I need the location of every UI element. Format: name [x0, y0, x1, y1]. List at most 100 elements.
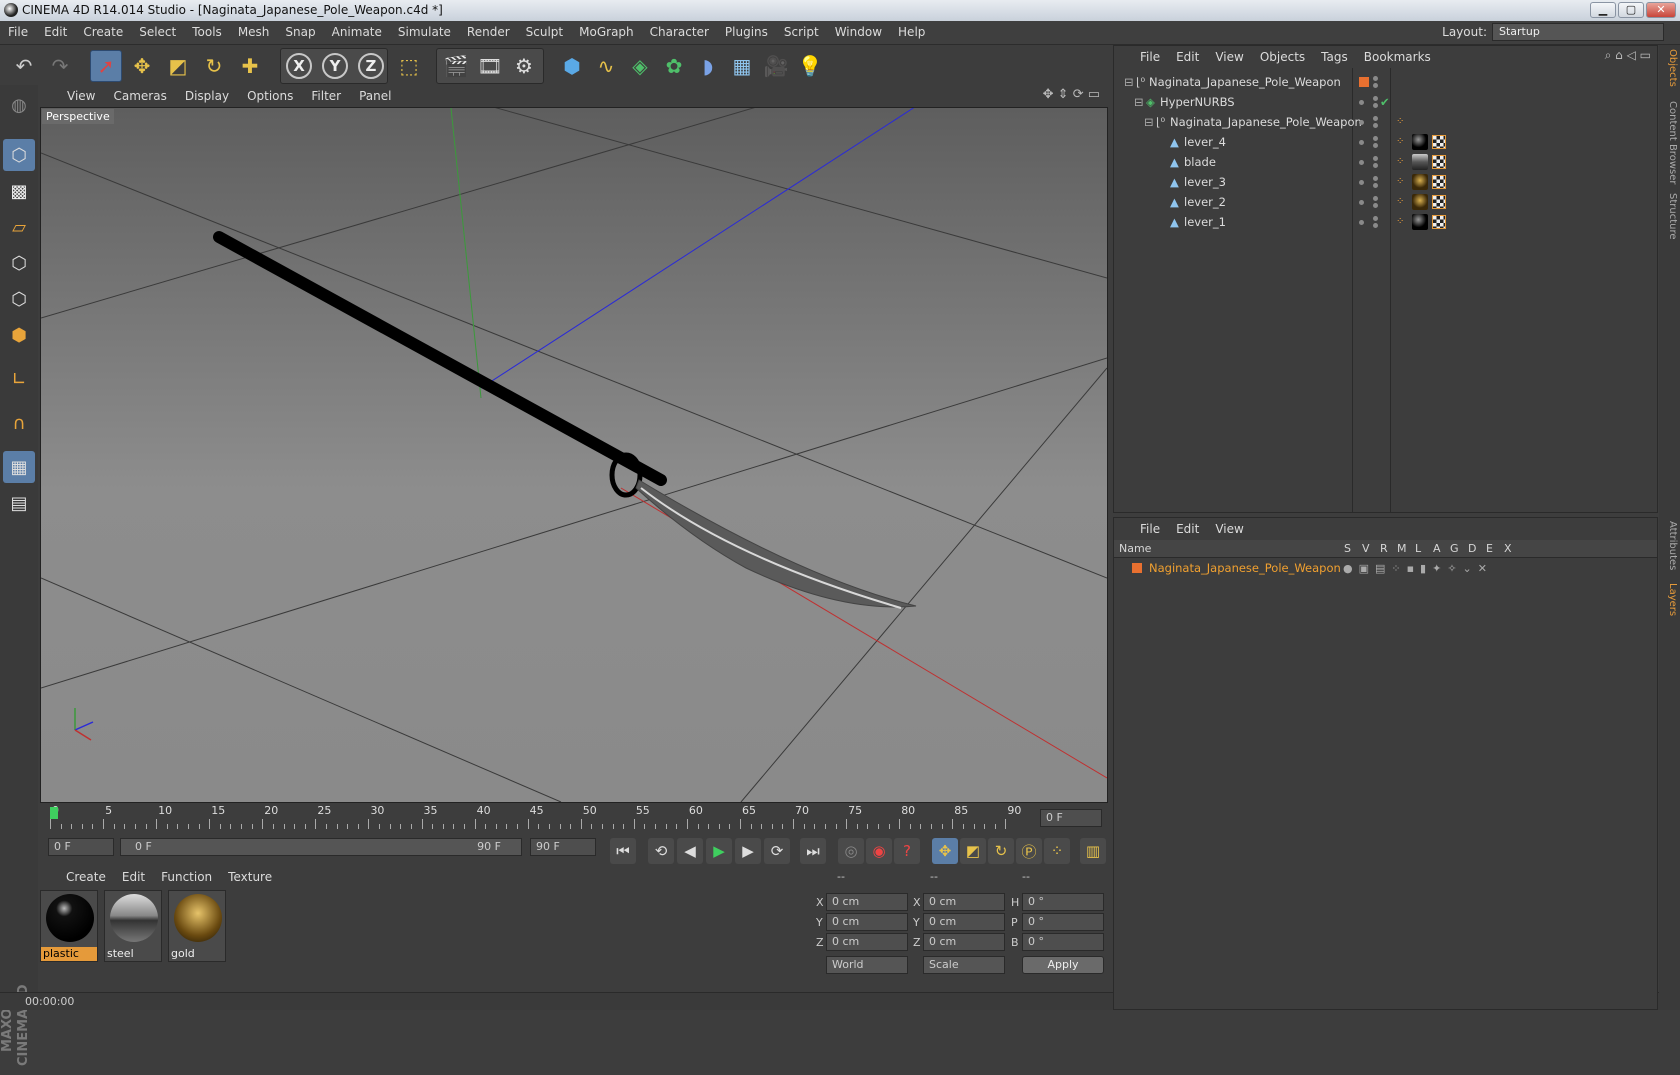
go-to-start-icon[interactable]: ⏮ — [610, 838, 636, 864]
menu-select[interactable]: Select — [131, 21, 184, 44]
x-axis-lock-icon[interactable]: X — [286, 53, 312, 79]
phong-tag-icon[interactable]: ⁘ — [1396, 192, 1404, 212]
material-menu-create[interactable]: Create — [58, 866, 114, 888]
tab-attributes[interactable]: Attributes — [1661, 521, 1678, 570]
tree-row-lever-4[interactable]: ▲ lever_4 ⁘ — [1114, 132, 1657, 152]
material-menu-texture[interactable]: Texture — [220, 866, 280, 888]
autokey-icon[interactable]: ◉ — [866, 838, 892, 864]
layer-col-manager[interactable]: M — [1397, 540, 1407, 558]
object-menu-file[interactable]: File — [1132, 46, 1168, 68]
position-x-field[interactable]: 0 cm — [826, 893, 908, 911]
size-z-field[interactable]: 0 cm — [923, 933, 1005, 951]
enabled-checkmark-icon[interactable]: ✔ — [1380, 92, 1390, 112]
rotation-b-field[interactable]: 0 ° — [1022, 933, 1104, 951]
tree-row-root[interactable]: ⊟ ⌊⁰ Naginata_Japanese_Pole_Weapon — [1114, 72, 1657, 92]
coordinate-space-dropdown[interactable]: World — [826, 956, 908, 974]
material-tag-gold[interactable] — [1412, 174, 1428, 190]
visibility-editor-dot[interactable] — [1359, 180, 1364, 185]
layer-col-animation[interactable]: A — [1433, 540, 1441, 558]
viewport-menu-view[interactable]: View — [58, 85, 104, 107]
visibility-editor-dot[interactable] — [1359, 200, 1364, 205]
layer-col-locked[interactable]: L — [1415, 540, 1421, 558]
move-tool-icon[interactable]: ✥ — [126, 50, 158, 82]
visibility-render-dot[interactable] — [1373, 156, 1378, 161]
scale-tool-icon[interactable]: ◩ — [162, 50, 194, 82]
visibility-editor-dot[interactable] — [1373, 76, 1378, 81]
y-axis-lock-icon[interactable]: Y — [322, 53, 348, 79]
material-swatch-gold[interactable]: gold — [168, 890, 226, 962]
position-y-field[interactable]: 0 cm — [826, 913, 908, 931]
layer-menu-view[interactable]: View — [1207, 518, 1251, 540]
menu-simulate[interactable]: Simulate — [390, 21, 459, 44]
visibility-render-dot[interactable] — [1373, 143, 1378, 148]
tab-structure[interactable]: Structure — [1661, 193, 1678, 240]
visibility-render-dot[interactable] — [1373, 136, 1378, 141]
live-selection-icon[interactable]: ➚ — [90, 50, 122, 82]
render-view-icon[interactable]: 🎬 — [440, 50, 472, 82]
rotate-tool-icon[interactable]: ↻ — [198, 50, 230, 82]
playhead-marker[interactable] — [50, 807, 58, 819]
keyframe-selection-icon[interactable]: ? — [894, 838, 920, 864]
render-settings-icon[interactable]: ⚙ — [508, 50, 540, 82]
menu-window[interactable]: Window — [827, 21, 890, 44]
visibility-render-dot[interactable] — [1373, 223, 1378, 228]
render-picture-viewer-icon[interactable]: 🎞 — [474, 50, 506, 82]
visibility-editor-dot[interactable] — [1359, 140, 1364, 145]
visibility-render-dot[interactable] — [1373, 163, 1378, 168]
play-icon[interactable]: ▶ — [706, 838, 732, 864]
next-frame-icon[interactable]: ▶ — [735, 838, 761, 864]
coordinate-system-icon[interactable]: ⬚ — [393, 50, 425, 82]
rotation-h-field[interactable]: 0 ° — [1022, 893, 1104, 911]
model-mode-icon[interactable]: ⬡ — [3, 139, 35, 171]
redo-icon[interactable]: ↷ — [44, 50, 76, 82]
visibility-render-dot[interactable] — [1373, 183, 1378, 188]
object-menu-view[interactable]: View — [1207, 46, 1251, 68]
visibility-editor-dot[interactable] — [1359, 100, 1364, 105]
menu-tools[interactable]: Tools — [184, 21, 230, 44]
layer-col-solo[interactable]: S — [1344, 540, 1351, 558]
texture-mode-icon[interactable]: ▩ — [3, 175, 35, 207]
layout-dropdown[interactable]: Startup — [1492, 23, 1664, 41]
spline-pen-icon[interactable]: ∿ — [590, 50, 622, 82]
key-rotation-icon[interactable]: ↻ — [988, 838, 1014, 864]
tree-row-weapon-null[interactable]: ⊟ ⌊⁰ Naginata_Japanese_Pole_Weapon ⁘ — [1114, 112, 1657, 132]
layer-col-name[interactable]: Name — [1119, 540, 1151, 558]
material-tag-plastic[interactable] — [1412, 134, 1428, 150]
position-z-field[interactable]: 0 cm — [826, 933, 908, 951]
menu-render[interactable]: Render — [459, 21, 518, 44]
material-tag-gold[interactable] — [1412, 194, 1428, 210]
array-cloner-icon[interactable]: ✿ — [658, 50, 690, 82]
menu-file[interactable]: File — [0, 21, 36, 44]
menu-plugins[interactable]: Plugins — [717, 21, 776, 44]
key-position-icon[interactable]: ✥ — [932, 838, 958, 864]
object-manager-nav-icons[interactable]: ⌕ ⌂ ◁ ▭ — [1605, 48, 1651, 63]
make-editable-icon[interactable]: ◍ — [3, 89, 35, 121]
key-pla-icon[interactable]: ⁘ — [1044, 838, 1070, 864]
material-menu-edit[interactable]: Edit — [114, 866, 153, 888]
layer-col-view[interactable]: V — [1362, 540, 1370, 558]
rotation-p-field[interactable]: 0 ° — [1022, 913, 1104, 931]
visibility-editor-dot[interactable] — [1359, 220, 1364, 225]
uvw-tag-icon[interactable] — [1432, 155, 1446, 169]
end-frame-field[interactable]: 90 F — [530, 838, 596, 856]
viewport-menu-cameras[interactable]: Cameras — [104, 85, 175, 107]
viewport-menu-options[interactable]: Options — [238, 85, 302, 107]
material-swatch-steel[interactable]: steel — [104, 890, 162, 962]
menu-sculpt[interactable]: Sculpt — [518, 21, 571, 44]
material-swatch-plastic[interactable]: plastic — [40, 890, 98, 962]
light-icon[interactable]: 💡 — [794, 50, 826, 82]
layer-col-expressions[interactable]: E — [1486, 540, 1493, 558]
minimize-button[interactable]: ▁ — [1590, 2, 1616, 18]
phong-tag-icon[interactable]: ⁘ — [1396, 212, 1404, 232]
tree-row-lever-2[interactable]: ▲ lever_2 ⁘ — [1114, 192, 1657, 212]
workplane-lock-icon[interactable]: ▦ — [3, 451, 35, 483]
layer-col-xref[interactable]: X — [1504, 540, 1512, 558]
expand-toggle-icon[interactable]: ⊟ — [1134, 92, 1144, 112]
key-parameter-icon[interactable]: Ⓟ — [1016, 838, 1042, 864]
material-tag-steel[interactable] — [1412, 154, 1428, 170]
menu-create[interactable]: Create — [75, 21, 131, 44]
tab-content-browser[interactable]: Content Browser — [1661, 101, 1678, 184]
menu-edit[interactable]: Edit — [36, 21, 75, 44]
timeline-ruler[interactable]: 051015202530354045505560657075808590 0 F — [40, 803, 1108, 838]
viewport-menu-display[interactable]: Display — [176, 85, 238, 107]
